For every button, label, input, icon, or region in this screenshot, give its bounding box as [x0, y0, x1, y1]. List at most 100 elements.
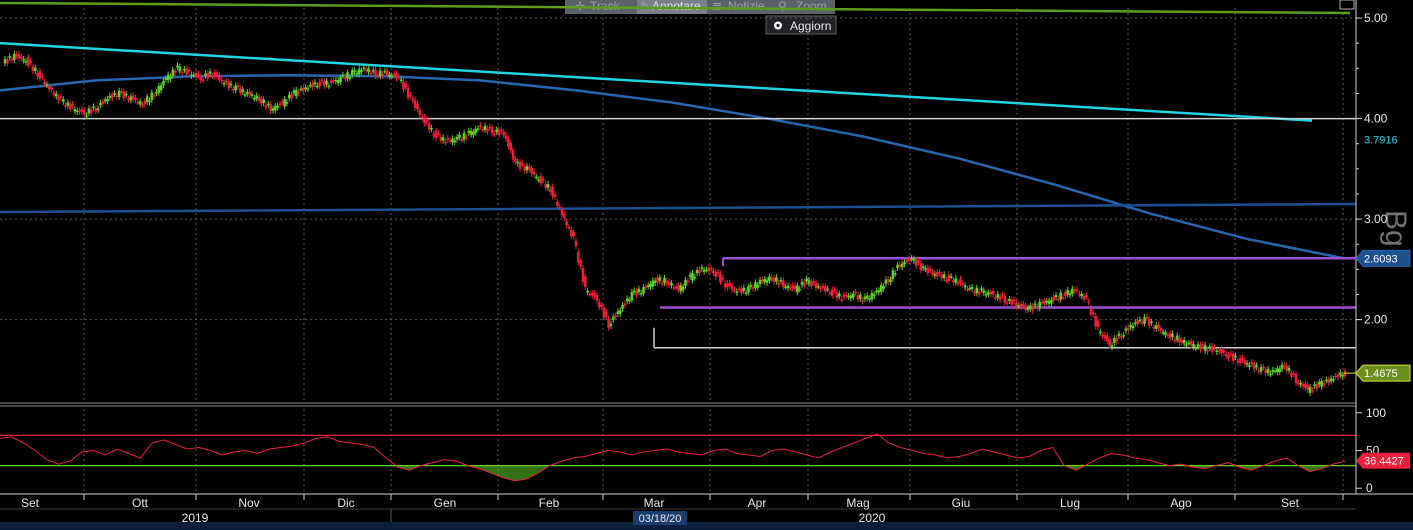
candle-body	[92, 106, 95, 109]
candle-body	[707, 267, 711, 272]
candle-body	[229, 83, 233, 86]
candle-body	[383, 70, 387, 73]
candle-body	[288, 94, 291, 99]
rsi-line	[0, 433, 1346, 482]
candle-body	[754, 282, 757, 289]
candle-body	[870, 293, 874, 300]
candle-body	[376, 75, 380, 78]
candle-body	[1189, 341, 1193, 346]
candle-body	[1010, 299, 1014, 305]
candle-body	[1031, 305, 1035, 311]
candle-body	[914, 260, 918, 267]
candle-body	[639, 292, 643, 295]
candle-body	[907, 258, 911, 262]
candle-body	[744, 292, 748, 295]
year-label: 2019	[182, 511, 209, 525]
candle-body	[770, 277, 774, 280]
candle-body	[85, 115, 88, 117]
candle-body	[1276, 368, 1279, 373]
candle-body	[952, 280, 955, 283]
candle-body	[1315, 383, 1319, 389]
candle-body	[301, 87, 305, 91]
candle-body	[218, 75, 221, 80]
candle-body	[1043, 300, 1046, 304]
candle-body	[1271, 370, 1275, 373]
candle-body	[565, 221, 568, 226]
candle-body	[698, 269, 701, 274]
candle-body	[483, 125, 487, 130]
candle-body	[1061, 297, 1065, 299]
candle-body	[558, 206, 561, 209]
candle-body	[185, 68, 189, 75]
candle-body	[982, 290, 986, 293]
candle-body	[947, 274, 951, 282]
candle-body	[1187, 342, 1191, 345]
candle-body	[660, 283, 664, 285]
candle-body	[765, 280, 769, 283]
candle-body	[840, 299, 843, 301]
candle-body	[159, 85, 163, 91]
candle-body	[814, 282, 818, 288]
candle-body	[1094, 316, 1097, 327]
candle-body	[1168, 333, 1172, 339]
candle-body	[607, 318, 610, 328]
candle-body	[609, 323, 613, 326]
candle-body	[467, 130, 471, 134]
top-right-box-icon[interactable]	[1339, 0, 1355, 10]
candle-body	[341, 74, 345, 77]
refresh-button[interactable]: Aggiorn	[765, 15, 837, 35]
candle-body	[537, 179, 540, 181]
candle-body	[618, 310, 622, 314]
candle-body	[162, 80, 165, 86]
candle-body	[1245, 363, 1249, 365]
candle-body	[1192, 343, 1195, 348]
candle-body	[1194, 347, 1198, 350]
candle-body	[117, 90, 121, 98]
candle-body	[1178, 337, 1181, 343]
candle-body	[556, 201, 559, 206]
candle-body	[297, 92, 300, 94]
toolbar-zoom-button[interactable]: ⚲ Zoom	[778, 0, 827, 13]
candle-body	[798, 288, 801, 291]
candle-body	[651, 280, 655, 287]
candle-body	[306, 88, 310, 91]
candle-body	[714, 272, 718, 277]
candle-body	[861, 300, 864, 302]
candle-body	[649, 283, 652, 288]
candle-body	[730, 285, 734, 290]
candle-body	[1301, 384, 1305, 387]
candle-body	[1124, 328, 1128, 331]
candle-body	[1129, 325, 1132, 328]
rsi-panel	[0, 433, 1356, 482]
candle-body	[896, 264, 899, 268]
candle-body	[360, 70, 363, 73]
candle-body	[595, 294, 599, 301]
candle-body	[530, 167, 533, 174]
candle-body	[1154, 325, 1158, 329]
candle-body	[169, 76, 172, 80]
x-tick-label: Set	[21, 496, 40, 510]
candle-body	[751, 287, 755, 289]
candle-body	[1022, 303, 1025, 307]
candle-body	[716, 271, 720, 274]
candle-body	[663, 277, 666, 283]
candle-body	[1280, 364, 1284, 370]
candle-body	[1199, 344, 1202, 350]
x-tick-label: Gen	[434, 496, 457, 510]
candle-body	[686, 280, 690, 283]
candle-body	[432, 133, 436, 137]
candle-body	[1213, 347, 1216, 349]
toolbar-news-button[interactable]: ≣ Notizie	[712, 0, 765, 13]
candle-body	[267, 103, 270, 106]
candle-body	[926, 267, 930, 274]
candle-body	[1341, 374, 1344, 377]
candle-body	[381, 73, 384, 76]
candle-body	[469, 130, 473, 135]
candle-body	[728, 282, 732, 287]
candle-body	[409, 94, 412, 97]
candle-body	[371, 69, 375, 72]
candle-body	[1136, 320, 1139, 325]
x-tick-label: Dic	[337, 496, 354, 510]
candle-body	[924, 268, 927, 270]
candle-body	[646, 285, 650, 287]
